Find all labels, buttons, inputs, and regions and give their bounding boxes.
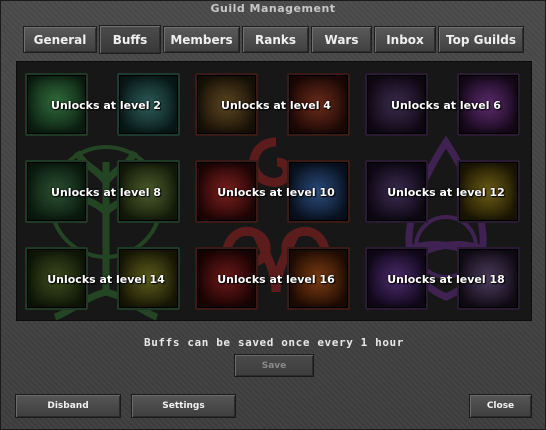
buff-group-nature: Unlocks at level 2 Unlocks at level 8 Un… (25, 70, 187, 316)
buff-unlock-label: Unlocks at level 14 (47, 273, 165, 286)
tab-ranks[interactable]: Ranks (242, 26, 309, 53)
save-button[interactable]: Save (234, 354, 314, 377)
tab-top-guilds[interactable]: Top Guilds (438, 26, 524, 53)
buff-unlock-label: Unlocks at level 10 (217, 186, 335, 199)
settings-button[interactable]: Settings (131, 394, 236, 418)
tab-inbox[interactable]: Inbox (374, 26, 436, 53)
buff-unlock-label: Unlocks at level 2 (51, 99, 161, 112)
close-button[interactable]: Close (469, 394, 532, 418)
buff-group-arcane: Unlocks at level 6 Unlocks at level 12 U… (365, 70, 527, 316)
buff-unlock-label: Unlocks at level 16 (217, 273, 335, 286)
buffs-panel: Unlocks at level 2 Unlocks at level 8 Un… (16, 61, 532, 321)
buff-unlock-label: Unlocks at level 12 (387, 186, 505, 199)
buff-unlock-label: Unlocks at level 6 (391, 99, 501, 112)
tab-general[interactable]: General (23, 26, 97, 53)
buff-unlock-label: Unlocks at level 18 (387, 273, 505, 286)
buff-group-war: Unlocks at level 4 Unlocks at level 10 U… (195, 70, 357, 316)
buff-unlock-label: Unlocks at level 8 (51, 186, 161, 199)
guild-management-window: Guild Management General Buffs Members R… (0, 0, 546, 430)
buff-unlock-label: Unlocks at level 4 (221, 99, 331, 112)
buffs-cooldown-note: Buffs can be saved once every 1 hour (143, 336, 404, 349)
disband-button[interactable]: Disband (15, 394, 121, 418)
tab-members[interactable]: Members (163, 26, 240, 53)
window-title: Guild Management (210, 2, 336, 15)
tab-wars[interactable]: Wars (311, 26, 372, 53)
tab-buffs[interactable]: Buffs (99, 25, 161, 54)
